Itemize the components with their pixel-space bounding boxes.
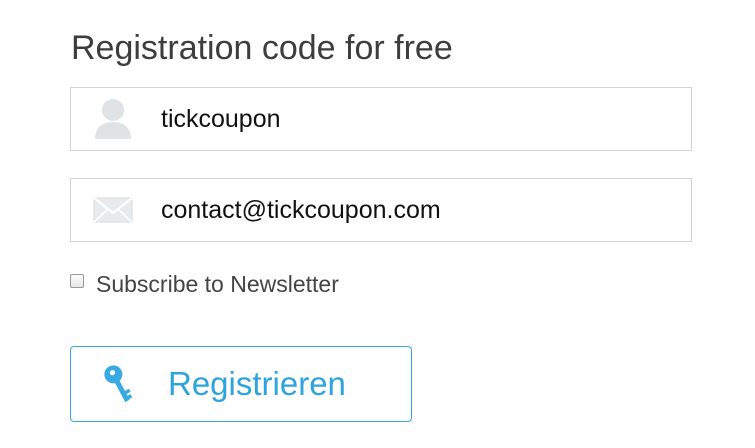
email-input[interactable] <box>161 179 681 241</box>
email-field[interactable] <box>70 178 692 242</box>
envelope-icon <box>89 179 137 241</box>
register-button-label: Registrieren <box>168 365 346 402</box>
username-input[interactable] <box>161 88 681 150</box>
page-title: Registration code for free <box>71 29 453 67</box>
newsletter-label[interactable]: Subscribe to Newsletter <box>96 271 339 298</box>
username-field[interactable] <box>70 87 692 151</box>
key-icon <box>101 363 137 407</box>
newsletter-option: Subscribe to Newsletter <box>70 268 339 300</box>
register-button[interactable]: Registrieren <box>70 346 412 422</box>
newsletter-checkbox[interactable] <box>70 274 84 288</box>
user-icon <box>89 88 137 150</box>
